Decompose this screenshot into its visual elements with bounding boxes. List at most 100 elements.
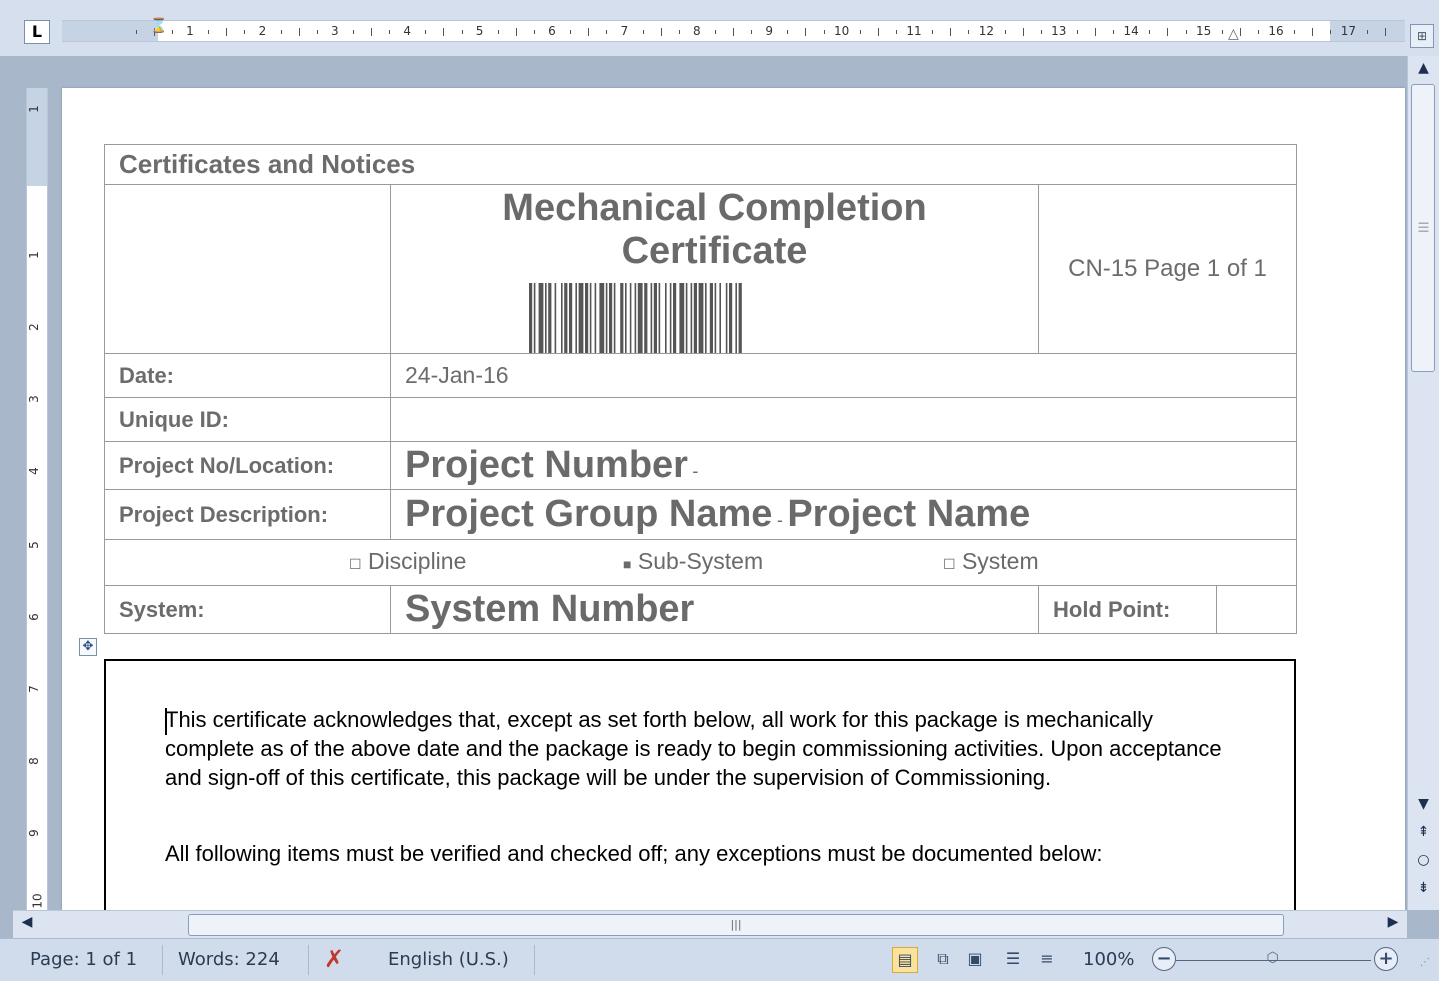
checkbox-discipline-icon[interactable]: ☐ [349, 556, 362, 572]
zoom-level[interactable]: 100% [1083, 949, 1134, 970]
draft-view-icon[interactable]: ≡ [1034, 947, 1060, 973]
unique-id-value[interactable] [389, 397, 1298, 442]
hold-point-value[interactable] [1215, 585, 1298, 634]
document-page[interactable]: Certificates and Notices Mechanical Comp… [62, 88, 1405, 910]
vertical-ruler-number: 10 [30, 893, 45, 909]
checkbox-system-icon[interactable]: ☐ [943, 556, 956, 572]
barcode-bar [709, 283, 713, 353]
scroll-down-arrow-icon[interactable]: ▼ [1408, 796, 1439, 812]
vertical-ruler[interactable]: 1 1 2 3 4 5 6 7 8 9 10 [26, 88, 48, 910]
proofing-errors-icon[interactable]: ✗ [324, 945, 344, 973]
barcode-bar [698, 283, 703, 353]
ruler-tick [1221, 30, 1223, 34]
barcode-bar [734, 283, 737, 353]
ruler-tick [244, 30, 246, 34]
barcode-bar [594, 283, 596, 353]
ruler-tick [570, 30, 572, 34]
barcode-bar [664, 283, 667, 353]
ruler-number: 13 [1051, 24, 1067, 38]
date-value[interactable]: 24-Jan-16 [389, 353, 1298, 398]
ruler-tick [1040, 30, 1042, 34]
ruler-tick [1004, 30, 1006, 34]
zoom-out-button[interactable]: − [1152, 947, 1176, 971]
print-layout-view-icon[interactable]: ▤ [892, 947, 918, 973]
section-title: Certificates and Notices [103, 144, 1298, 185]
option-discipline[interactable]: ☐ Discipline [349, 548, 466, 575]
ruler-tick [805, 28, 807, 36]
tab-selector-button[interactable]: L [24, 20, 50, 44]
vertical-scroll-thumb[interactable]: — — — [1411, 84, 1435, 372]
ruler-tick [1257, 30, 1259, 34]
status-separator [534, 945, 535, 975]
first-line-indent-marker[interactable]: ⌛ [150, 19, 167, 33]
language-status[interactable]: English (U.S.) [388, 949, 509, 970]
vertical-ruler-number: 7 [26, 685, 41, 693]
project-description-cell[interactable]: Project Group Name - Project Name [389, 489, 1298, 540]
option-sub-system[interactable]: ■ Sub-System [623, 548, 763, 575]
next-page-icon[interactable]: ⇟ [1408, 880, 1439, 896]
barcode-bar [619, 283, 623, 353]
barcode-bar [690, 283, 692, 353]
hanging-indent-marker[interactable]: △ [1228, 27, 1239, 41]
full-screen-reading-view-icon[interactable]: ⧉ [930, 947, 956, 973]
barcode-bar [653, 283, 657, 353]
horizontal-scroll-thumb[interactable]: ||| [188, 914, 1284, 936]
ruler-tick [968, 30, 970, 34]
horizontal-ruler[interactable]: 1 2 3 4 5 6 7 8 9 10 11 12 13 14 15 16 17 ⌛ △ [62, 19, 1405, 42]
ruler-tick [461, 30, 463, 34]
certificate-title-line2: Certificate [621, 230, 808, 272]
barcode-bar [568, 283, 572, 353]
scroll-left-arrow-icon[interactable]: ◀ [17, 914, 37, 930]
ruler-tick [1239, 28, 1241, 36]
barcode-bar [533, 283, 535, 353]
project-group-name-field[interactable]: Project Group Name [405, 493, 772, 535]
certificate-title-line1: Mechanical Completion [502, 187, 927, 229]
ruler-tick [733, 28, 734, 36]
system-cell[interactable]: System Number [390, 585, 1039, 634]
previous-page-icon[interactable]: ⇞ [1408, 824, 1439, 840]
system-number-field[interactable]: System Number [405, 588, 694, 630]
ruler-tick [389, 30, 391, 34]
barcode-image [528, 283, 742, 353]
page-count-status[interactable]: Page: 1 of 1 [30, 949, 137, 970]
ruler-tick [1149, 30, 1151, 34]
scroll-right-arrow-icon[interactable]: ▶ [1383, 914, 1403, 930]
barcode-bar [560, 283, 563, 353]
project-number-field[interactable]: Project Number [405, 444, 688, 486]
web-layout-view-icon[interactable]: ▣ [962, 947, 988, 973]
option-system-label: System [961, 548, 1039, 574]
vertical-ruler-top-margin [27, 88, 47, 186]
vertical-ruler-number: 8 [26, 757, 41, 765]
project-no-label: Project No/Location: [104, 441, 391, 490]
project-name-field[interactable]: Project Name [787, 493, 1030, 535]
checkbox-sub-system-icon[interactable]: ■ [623, 556, 631, 572]
barcode-bar [704, 283, 707, 353]
barcode-bar [605, 283, 607, 353]
word-count-status[interactable]: Words: 224 [178, 949, 280, 970]
table-move-handle-icon[interactable]: ✥ [79, 638, 97, 656]
body-paragraph-1[interactable]: This certificate acknowledges that, exce… [165, 705, 1245, 792]
ruler-number: 16 [1268, 24, 1284, 38]
zoom-slider-thumb[interactable]: ⬡ [1267, 950, 1281, 968]
outline-view-icon[interactable]: ☰ [1000, 947, 1026, 973]
ruler-tick [208, 30, 210, 34]
ruler-tick [371, 28, 372, 36]
vertical-scrollbar[interactable]: ▲ — — — ▼ ⇞ ○ ⇟ [1407, 56, 1439, 910]
ruler-tick [1312, 28, 1314, 36]
project-no-cell[interactable]: Project Number - [389, 441, 1298, 490]
ruler-tick [352, 30, 354, 34]
view-ruler-toggle-button[interactable]: ⊞ [1410, 24, 1434, 48]
barcode-bar [685, 283, 687, 353]
select-browse-object-icon[interactable]: ○ [1408, 852, 1439, 868]
ruler-number: 10 [833, 24, 850, 38]
resize-grip-icon[interactable]: ⋰ [1420, 957, 1430, 968]
horizontal-scrollbar[interactable]: ◀ ||| ▶ [13, 910, 1407, 938]
barcode-bar [643, 283, 647, 353]
body-paragraph-2[interactable]: All following items must be verified and… [165, 839, 1245, 868]
option-system[interactable]: ☐ System [943, 548, 1039, 575]
certificate-body-box[interactable]: This certificate acknowledges that, exce… [104, 659, 1296, 910]
ruler-number: 17 [1340, 24, 1357, 38]
zoom-in-button[interactable]: + [1374, 947, 1398, 971]
scroll-up-arrow-icon[interactable]: ▲ [1408, 60, 1439, 76]
ruler-tick [1384, 28, 1386, 36]
